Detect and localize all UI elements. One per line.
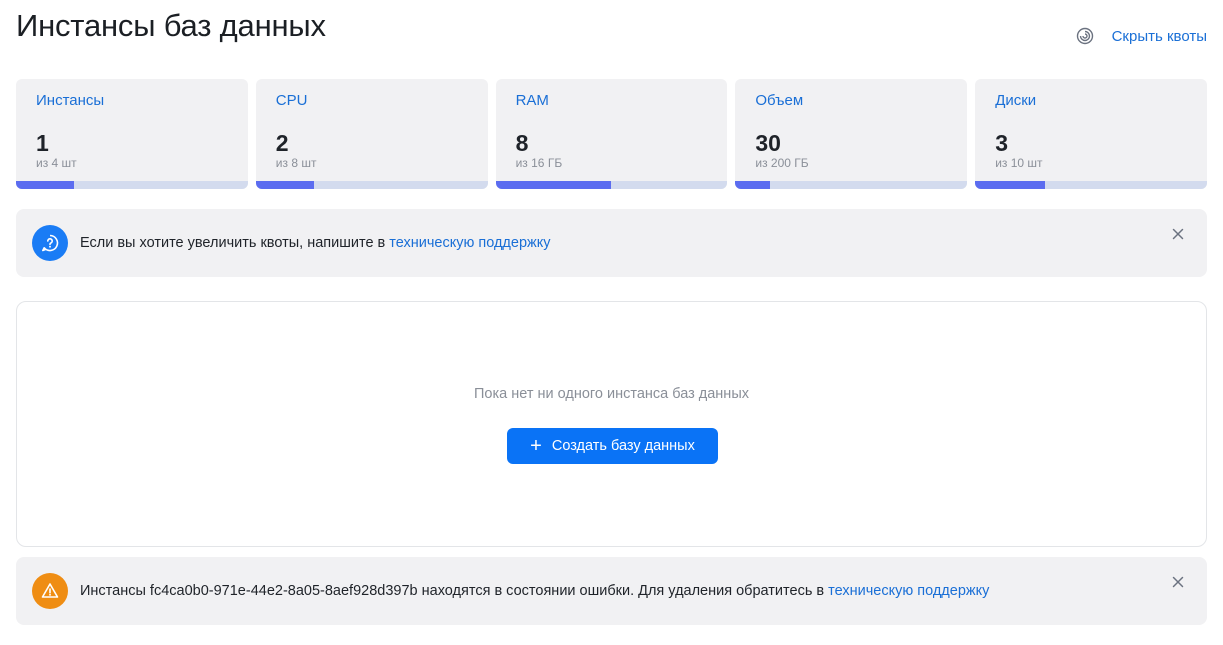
quota-progress-fill xyxy=(735,181,771,189)
page-title: Инстансы баз данных xyxy=(16,8,326,43)
quota-value: 8 xyxy=(515,130,529,156)
quota-progress-track xyxy=(255,181,488,189)
quota-card-ram: RAM 8 из 16 ГБ xyxy=(495,79,728,189)
quota-card-volume: Объем 30 из 200 ГБ xyxy=(735,79,968,189)
quota-title[interactable]: RAM xyxy=(516,92,549,109)
hide-quotas-toggle[interactable]: Скрыть квоты xyxy=(1076,27,1207,45)
quota-progress-track xyxy=(495,181,728,189)
quota-value: 2 xyxy=(275,130,289,156)
quota-limit: из 4 шт xyxy=(36,156,77,170)
quota-title[interactable]: Инстансы xyxy=(36,92,104,109)
quota-progress-fill xyxy=(495,181,612,189)
quota-progress-fill xyxy=(16,181,74,189)
quota-info-notice: Если вы хотите увеличить квоты, напишите… xyxy=(16,209,1207,277)
support-link[interactable]: техническую поддержку xyxy=(828,583,989,599)
quota-progress-track xyxy=(735,181,968,189)
create-database-label: Создать базу данных xyxy=(551,438,695,454)
quota-card-cpu: CPU 2 из 8 шт xyxy=(255,79,488,189)
quota-limit: из 16 ГБ xyxy=(515,156,563,170)
hide-quotas-icon xyxy=(1076,27,1094,45)
quota-card-instances: Инстансы 1 из 4 шт xyxy=(16,79,248,189)
close-icon[interactable] xyxy=(1171,227,1185,241)
quota-progress-track xyxy=(16,181,248,189)
warning-icon xyxy=(32,573,68,609)
quota-value: 30 xyxy=(755,130,781,156)
notice-text: Если вы хотите увеличить квоты, напишите… xyxy=(80,235,550,251)
empty-state-text: Пока нет ни одного инстанса баз данных xyxy=(474,386,749,402)
quota-progress-track xyxy=(975,181,1207,189)
notice-text: Инстансы fc4ca0b0-971e-44e2-8a05-8aef928… xyxy=(80,583,989,599)
quota-value: 3 xyxy=(995,130,1008,156)
empty-state-panel: Пока нет ни одного инстанса баз данных +… xyxy=(16,301,1207,547)
quota-title[interactable]: Объем xyxy=(755,92,803,109)
quota-limit: из 10 шт xyxy=(995,156,1043,170)
quota-cards: Инстансы 1 из 4 шт CPU 2 из 8 шт RAM 8 и… xyxy=(16,79,1207,189)
close-icon[interactable] xyxy=(1171,575,1185,589)
hide-quotas-label[interactable]: Скрыть квоты xyxy=(1112,28,1207,45)
notice-message: Инстансы fc4ca0b0-971e-44e2-8a05-8aef928… xyxy=(80,583,829,599)
create-database-button[interactable]: + Создать базу данных xyxy=(507,428,718,464)
question-chat-icon xyxy=(32,225,68,261)
quota-title[interactable]: Диски xyxy=(995,92,1036,109)
quota-limit: из 8 шт xyxy=(275,156,317,170)
quota-card-disks: Диски 3 из 10 шт xyxy=(975,79,1207,189)
quota-limit: из 200 ГБ xyxy=(755,156,809,170)
plus-icon: + xyxy=(530,435,542,457)
support-link[interactable]: техническую поддержку xyxy=(389,235,550,251)
quota-title[interactable]: CPU xyxy=(276,92,308,109)
quota-value: 1 xyxy=(36,130,49,156)
error-notice: Инстансы fc4ca0b0-971e-44e2-8a05-8aef928… xyxy=(16,557,1207,625)
quota-progress-fill xyxy=(975,181,1045,189)
quota-progress-fill xyxy=(255,181,314,189)
notice-message: Если вы хотите увеличить квоты, напишите… xyxy=(80,235,390,251)
